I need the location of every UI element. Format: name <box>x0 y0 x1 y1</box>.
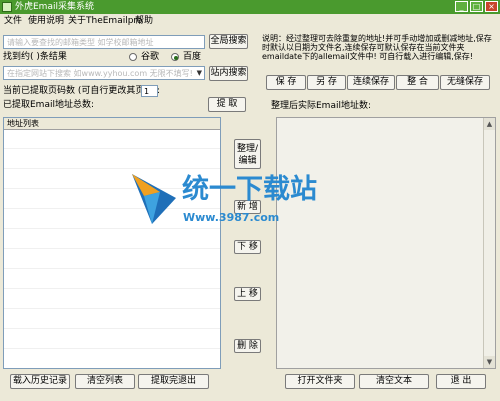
seamless-save-button[interactable]: 无缝保存 <box>440 75 490 90</box>
global-search-button[interactable]: 全局搜索 <box>209 34 248 49</box>
menu-instructions[interactable]: 使用说明 <box>28 16 64 27</box>
pages-label: 当前已提取页码数 (可自行更改其页码): <box>3 86 160 96</box>
app-icon <box>2 2 12 12</box>
site-input[interactable]: 在指定网站下搜索 如www.yyhou.com 无限不填写! ▼ <box>3 66 205 80</box>
google-label: 谷歌 <box>141 52 160 62</box>
window-title: 外虎Email采集系统 <box>15 2 94 12</box>
move-up-button[interactable]: 上 移 <box>234 287 261 301</box>
keyword-input[interactable]: 请输入要查找的邮箱类型 如学校邮箱地址 <box>3 35 205 49</box>
organized-textarea[interactable]: ▲ ▼ <box>276 117 496 369</box>
load-history-button[interactable]: 载入历史记录 <box>10 374 70 389</box>
menu-bar: 文件 使用说明 关于TheEmailpro 帮助 <box>0 14 500 29</box>
site-search-button[interactable]: 站内搜索 <box>209 66 248 81</box>
scroll-down-icon[interactable]: ▼ <box>484 356 495 368</box>
watermark-text: 统一下载站 <box>182 174 317 205</box>
keyword-placeholder: 请输入要查找的邮箱类型 如学校邮箱地址 <box>7 38 154 47</box>
watermark-logo-icon <box>132 174 176 224</box>
menu-help[interactable]: 帮助 <box>135 16 153 27</box>
menu-about[interactable]: 关于TheEmailpro <box>68 16 142 27</box>
extract-button[interactable]: 提 取 <box>208 97 246 112</box>
delete-button[interactable]: 删 除 <box>234 339 261 353</box>
vertical-scrollbar[interactable]: ▲ ▼ <box>483 118 495 368</box>
clear-list-button[interactable]: 清空列表 <box>75 374 135 389</box>
pages-input[interactable]: 1 <box>141 85 158 97</box>
scroll-up-icon[interactable]: ▲ <box>484 118 495 130</box>
pages-value: 1 <box>144 87 150 96</box>
dropdown-arrow-icon[interactable]: ▼ <box>197 68 202 79</box>
address-list-header-label: 地址列表 <box>7 119 39 128</box>
move-down-button[interactable]: 下 移 <box>234 240 261 254</box>
instructions-text: 说明：经过整理可去除重复的地址!并可手动增加或删减地址,保存时默认以日期为文件名… <box>262 34 492 61</box>
open-folder-button[interactable]: 打开文件夹 <box>285 374 355 389</box>
save-button[interactable]: 保 存 <box>266 75 306 90</box>
results-found-label: 找到约( )条结果 <box>3 52 67 62</box>
menu-file[interactable]: 文件 <box>4 16 22 27</box>
minimize-button[interactable]: _ <box>455 1 468 12</box>
watermark-url: Www.3987.com <box>183 211 280 224</box>
clear-text-button[interactable]: 清空文本 <box>359 374 429 389</box>
address-list[interactable]: 地址列表 <box>3 117 221 369</box>
address-list-header: 地址列表 <box>4 118 220 130</box>
google-radio[interactable] <box>129 53 137 61</box>
email-count-label: 已提取Email地址总数: <box>3 100 95 110</box>
close-button[interactable]: × <box>485 1 498 12</box>
site-placeholder: 在指定网站下搜索 如www.yyhou.com 无限不填写! <box>7 69 192 78</box>
title-bar: 外虎Email采集系统 _ □ × <box>0 0 500 14</box>
maximize-button[interactable]: □ <box>470 1 483 12</box>
exit-button[interactable]: 退 出 <box>436 374 486 389</box>
save-as-button[interactable]: 另 存 <box>307 75 346 90</box>
baidu-label: 百度 <box>183 52 202 62</box>
organized-count-label: 整理后实际Email地址数: <box>271 101 372 111</box>
organize-edit-button[interactable]: 整理/编辑 <box>234 139 261 169</box>
continuous-save-button[interactable]: 连续保存 <box>347 75 395 90</box>
baidu-radio[interactable] <box>171 53 179 61</box>
merge-button[interactable]: 整 合 <box>396 75 439 90</box>
extract-exit-button[interactable]: 提取完退出 <box>138 374 209 389</box>
